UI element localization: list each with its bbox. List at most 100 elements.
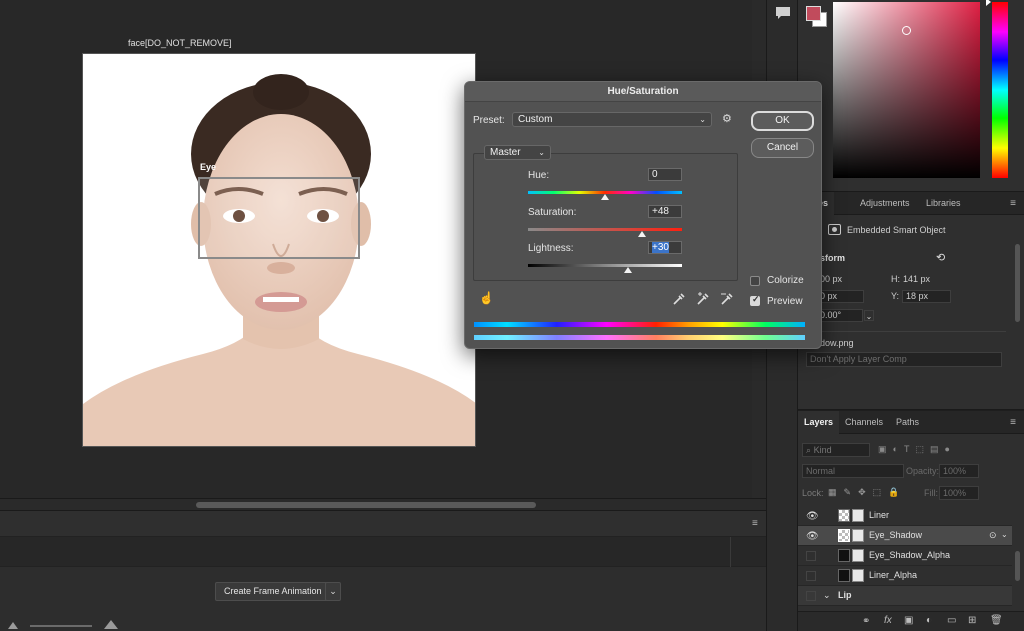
create-frame-animation-button[interactable]: Create Frame Animation [215, 582, 331, 601]
lock-transparent-icon[interactable]: ▦ [828, 487, 844, 497]
eyedropper-plus-icon[interactable] [696, 292, 710, 306]
eyedropper-icon[interactable] [672, 292, 686, 306]
photoshop-window: face[DO_NOT_REMOVE] Eye ≡ Create Frame A… [0, 0, 1024, 631]
lock-paint-icon[interactable]: ✎ [844, 487, 859, 497]
layer-row[interactable]: 👁 Liner [798, 506, 1012, 526]
search-icon: ⌕ [806, 445, 812, 455]
chevron-down-icon[interactable]: ⌄ [864, 310, 874, 321]
fx-icon[interactable]: fx [884, 615, 892, 626]
lightness-slider-thumb[interactable] [624, 267, 633, 273]
layer-thumbnail [838, 529, 850, 542]
fill-input[interactable]: 100% [939, 486, 979, 500]
lock-label: Lock: [802, 488, 824, 498]
height-value: 141 px [903, 274, 931, 284]
timeline-header [0, 511, 766, 537]
scrollbar-thumb[interactable] [196, 502, 536, 508]
tab-libraries[interactable]: Libraries [920, 192, 967, 215]
layers-scrollbar[interactable] [1015, 551, 1020, 581]
layer-row-selected[interactable]: 👁 Eye_Shadow ⊙ ⌄ [798, 526, 1012, 546]
tab-paths[interactable]: Paths [890, 411, 925, 434]
visibility-off-slot[interactable] [806, 591, 816, 601]
layer-row[interactable]: Liner_Alpha [798, 566, 1012, 586]
lightness-label: Lightness: [528, 243, 574, 254]
layer-comp-select[interactable]: Don't Apply Layer Comp [806, 352, 1002, 367]
gear-icon[interactable]: ⚙ [722, 112, 732, 125]
properties-scrollbar[interactable] [1015, 244, 1020, 322]
shape-filter-icon[interactable]: ⬚ [915, 444, 930, 454]
eye-icon[interactable]: 👁 [806, 511, 819, 522]
tab-adjustments[interactable]: Adjustments [854, 192, 916, 215]
hue-saturation-dialog: Hue/Saturation Preset: Custom ⌄ ⚙ OK Can… [464, 81, 822, 349]
panel-menu-icon[interactable]: ≡ [1010, 417, 1016, 428]
panel-menu-icon[interactable]: ≡ [752, 518, 758, 529]
hand-adjust-icon[interactable]: ☝ [479, 291, 494, 305]
chevron-down-icon[interactable]: ⌄ [1001, 530, 1008, 539]
hue-slider-thumb[interactable] [601, 194, 609, 200]
adjustment-layer-icon[interactable]: ◐ [926, 615, 932, 626]
foreground-color-swatch[interactable] [806, 6, 821, 21]
linked-file-name: dow.png [820, 338, 854, 348]
type-filter-icon[interactable]: T [904, 444, 916, 454]
visibility-off-slot[interactable] [806, 571, 816, 581]
layer-filter-select[interactable]: ⌕ Kind [802, 443, 870, 457]
new-group-icon[interactable]: ▭ [947, 615, 956, 626]
channel-select[interactable]: Master ⌄ [484, 145, 551, 160]
chevron-down-icon[interactable]: ⌄ [823, 590, 831, 601]
eyedropper-minus-icon[interactable] [720, 292, 734, 306]
angle-input[interactable]: 0.00° ⌄ [816, 309, 874, 322]
timeline-zoom-slider[interactable] [0, 619, 130, 631]
preview-checkbox[interactable] [750, 294, 760, 306]
layer-group-row[interactable]: ⌄ Lip [798, 586, 1012, 606]
saturation-slider-track[interactable] [528, 228, 682, 231]
colorize-checkbox[interactable] [750, 276, 760, 286]
tab-channels[interactable]: Channels [839, 411, 889, 434]
y-position-input[interactable]: 18 px [902, 290, 951, 303]
height-label: H: [891, 274, 900, 284]
lightness-slider-track[interactable] [528, 264, 682, 267]
hue-strip[interactable] [992, 2, 1008, 178]
visibility-off-slot[interactable] [806, 551, 816, 561]
layer-name: Liner_Alpha [869, 570, 918, 580]
cancel-button[interactable]: Cancel [751, 138, 814, 158]
layer-mask-thumbnail [852, 549, 864, 562]
panel-menu-icon[interactable]: ≡ [1010, 198, 1016, 209]
filter-toggle-icon[interactable]: ● [944, 444, 955, 454]
input-color-ramp [474, 322, 805, 327]
trash-icon[interactable]: 🗑 [990, 615, 1003, 626]
properties-tabbar: erties Adjustments Libraries ≡ [798, 192, 1024, 215]
document-image[interactable]: Eye [82, 53, 476, 447]
layer-row[interactable]: Eye_Shadow_Alpha [798, 546, 1012, 566]
layers-bottom-bar: ⚭ fx ▣ ◐ ▭ ⊞ 🗑 [798, 611, 1024, 631]
lock-move-icon[interactable]: ✥ [858, 487, 873, 497]
preview-label: Preview [767, 296, 803, 307]
color-picker-ring[interactable] [902, 26, 911, 35]
lock-all-icon[interactable]: 🔒 [888, 487, 906, 497]
preset-select[interactable]: Custom ⌄ [512, 112, 712, 127]
lock-artboard-icon[interactable]: ⬚ [873, 487, 889, 497]
group-name: Lip [838, 590, 852, 600]
chevron-down-icon[interactable]: ⌄ [325, 582, 341, 601]
opacity-input[interactable]: 100% [939, 464, 979, 478]
ok-button[interactable]: OK [751, 111, 814, 131]
selection-label: Eye [200, 162, 217, 172]
layer-thumbnail [838, 549, 850, 562]
x-position-input[interactable]: 0 px [816, 290, 864, 303]
hue-marker[interactable] [986, 0, 991, 6]
saturation-input[interactable]: +48 [648, 205, 682, 218]
canvas-horizontal-scrollbar[interactable] [0, 498, 766, 510]
reset-icon[interactable]: ⟲ [936, 251, 945, 264]
hue-input[interactable]: 0 [648, 168, 682, 181]
tab-layers[interactable]: Layers [798, 411, 840, 434]
add-mask-icon[interactable]: ▣ [904, 615, 913, 626]
blend-mode-select[interactable]: Normal [802, 464, 904, 478]
new-layer-icon[interactable]: ⊞ [968, 615, 976, 626]
lightness-input[interactable]: +30 [648, 241, 682, 254]
timeline-panel: ≡ Create Frame Animation ⌄ [0, 510, 766, 631]
image-filter-icon[interactable]: ▣ [878, 444, 893, 454]
saturation-slider-thumb[interactable] [637, 231, 646, 237]
link-layers-icon[interactable]: ⚭ [862, 616, 870, 627]
eye-icon[interactable]: 👁 [806, 531, 819, 542]
adjustment-filter-icon[interactable]: ◐ [893, 444, 904, 454]
smart-filter-icon[interactable]: ▤ [930, 444, 945, 454]
comments-icon[interactable] [775, 6, 791, 20]
